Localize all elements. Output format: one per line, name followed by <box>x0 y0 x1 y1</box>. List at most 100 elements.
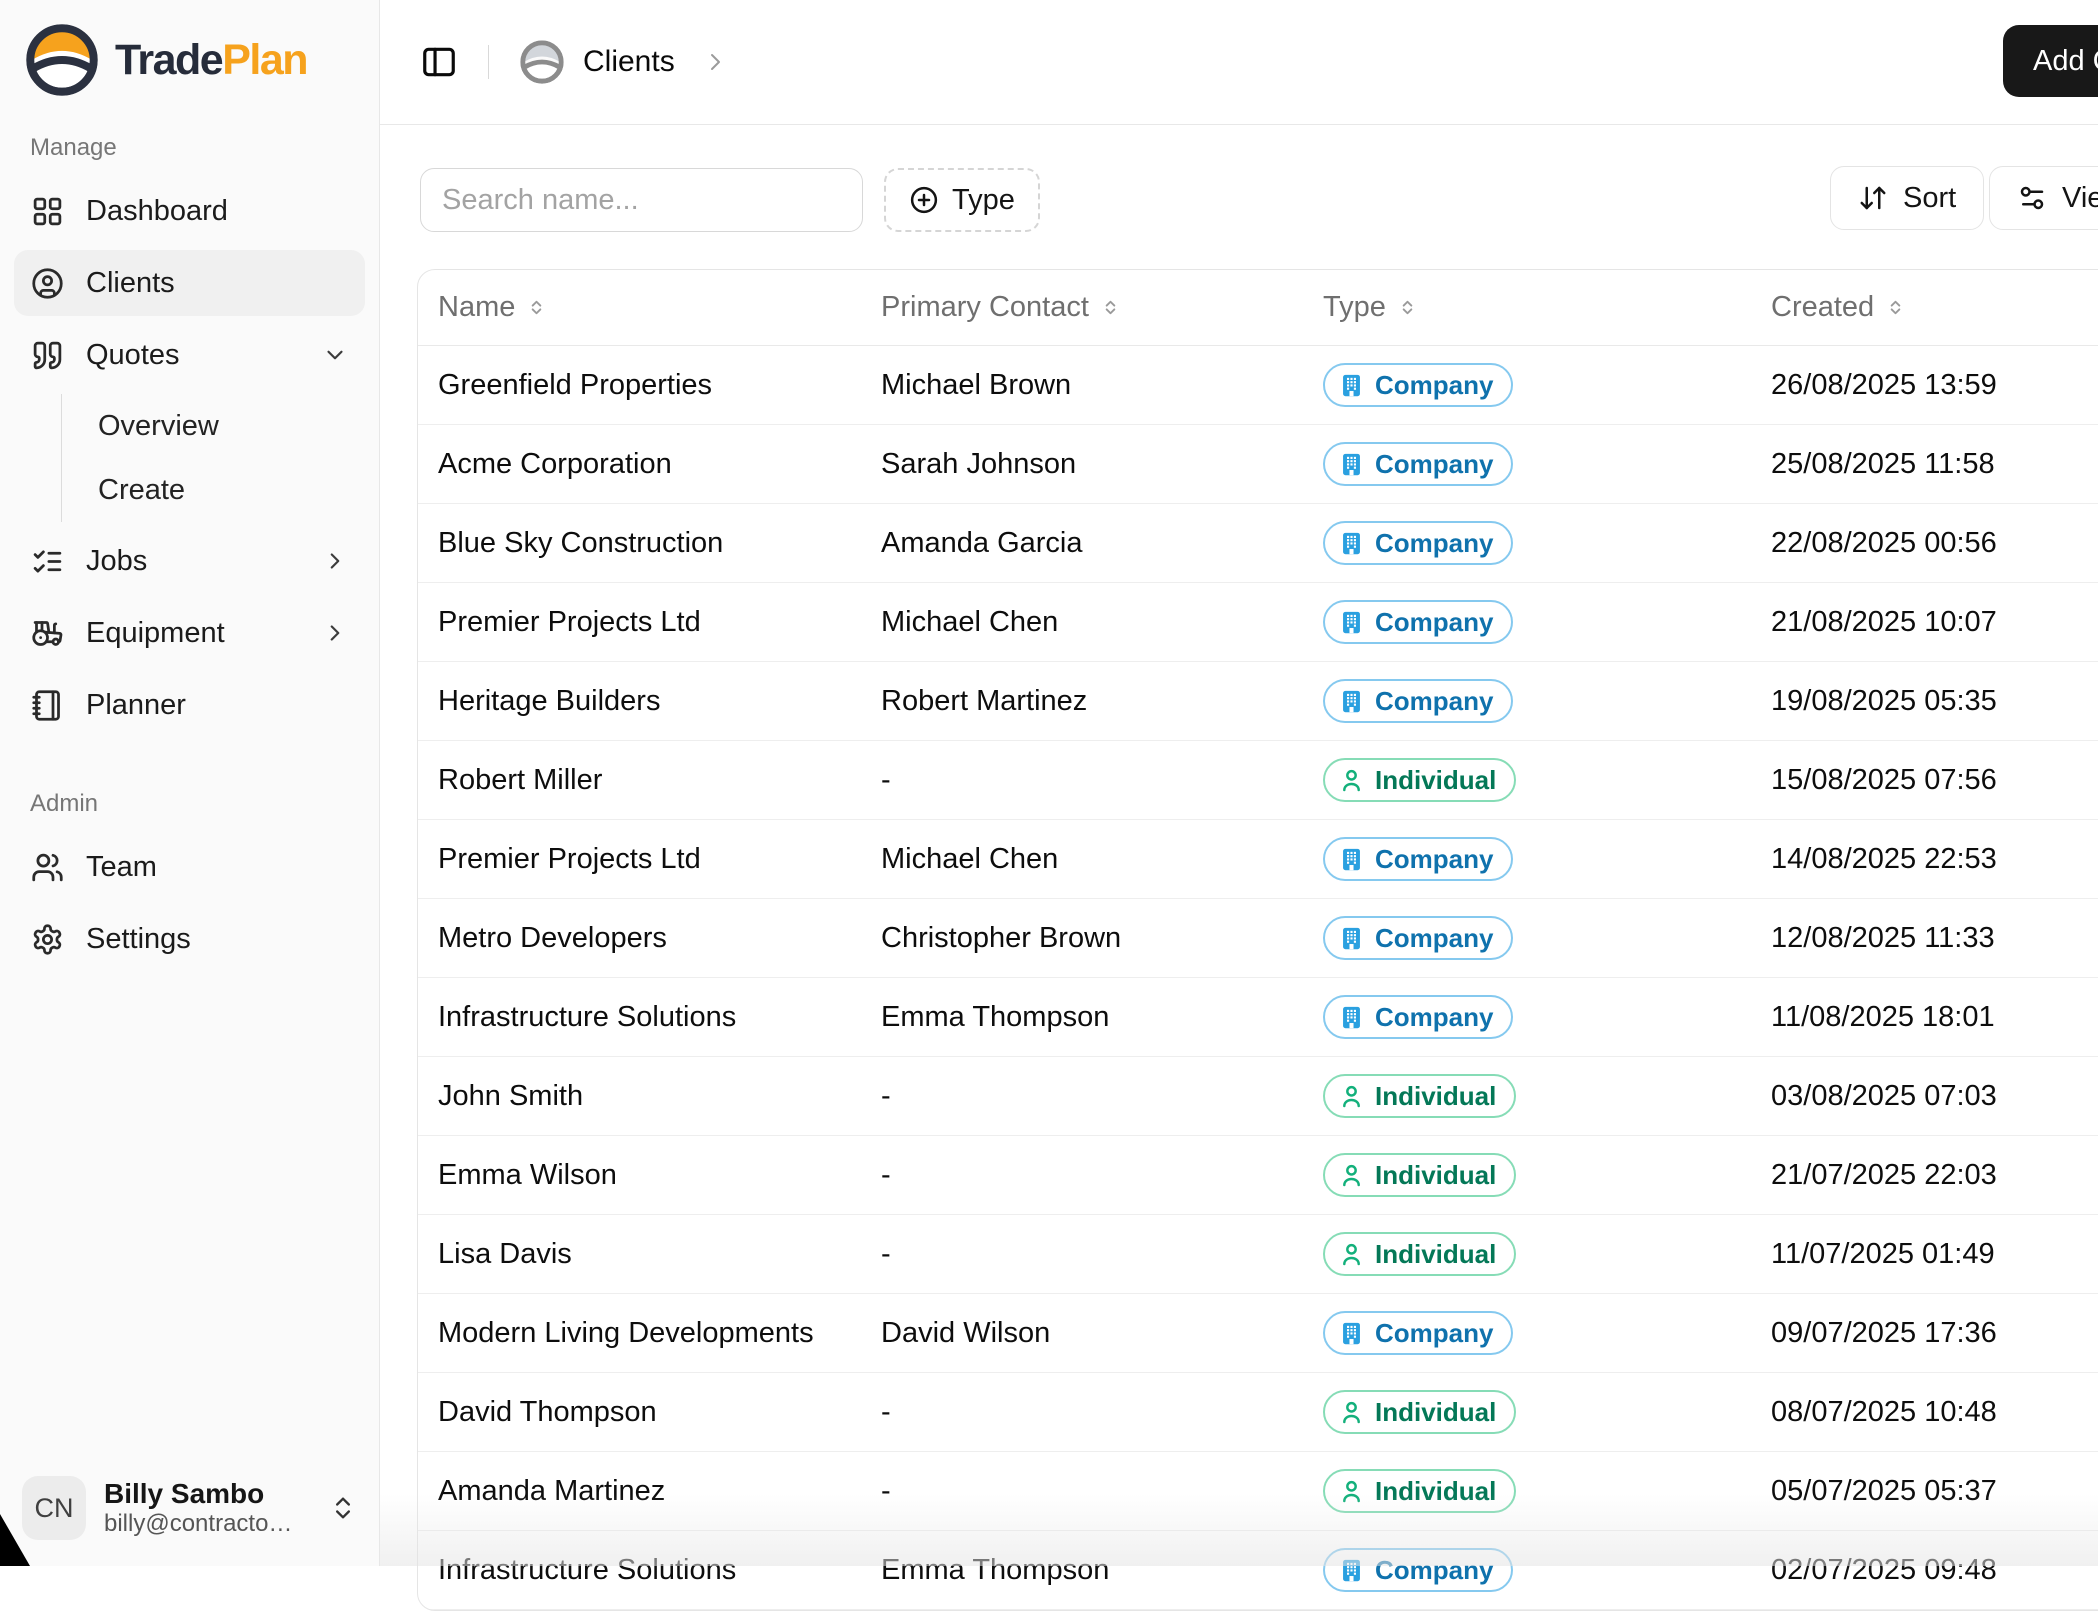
cell-name: Lisa Davis <box>438 1237 572 1270</box>
cell-name: Acme Corporation <box>438 447 672 480</box>
sidebar-item-label: Dashboard <box>86 194 228 227</box>
person-icon <box>1343 1480 1360 1502</box>
cell-created: 14/08/2025 22:53 <box>1771 842 1997 875</box>
type-badge-individual: Individual <box>1323 1232 1517 1276</box>
building-icon <box>1343 611 1360 633</box>
section-label-manage: Manage <box>30 134 117 161</box>
sidebar-item-label: Team <box>86 850 157 883</box>
cell-type: Company <box>1303 521 1751 565</box>
notebook-icon <box>32 689 60 721</box>
table-row[interactable]: Emma Wilson - Individual 21/07/2025 22:0… <box>418 1136 2098 1215</box>
sidebar-subitem-overview[interactable]: Overview <box>62 394 365 458</box>
table-row[interactable]: John Smith - Individual 03/08/2025 07:03 <box>418 1057 2098 1136</box>
sidebar-item-clients[interactable]: Clients <box>14 250 365 316</box>
table-row[interactable]: Infrastructure Solutions Emma Thompson C… <box>418 978 2098 1057</box>
cell-type: Company <box>1303 363 1751 407</box>
sidebar-item-equipment[interactable]: Equipment <box>14 600 365 666</box>
table-row[interactable]: Amanda Martinez - Individual 05/07/2025 … <box>418 1452 2098 1531</box>
table-body: Greenfield Properties Michael Brown Comp… <box>418 346 2098 1610</box>
cell-primary-contact: - <box>881 763 891 796</box>
sidebar-item-label: Settings <box>86 922 191 955</box>
avatar: CN <box>22 1476 86 1540</box>
user-circle-icon <box>32 267 63 299</box>
sidebar-item-dashboard[interactable]: Dashboard <box>14 178 365 244</box>
add-client-button[interactable]: Add Client <box>2003 25 2098 97</box>
type-badge-company: Company <box>1323 442 1514 486</box>
cell-type: Company <box>1303 442 1751 486</box>
cell-name: Greenfield Properties <box>438 368 713 401</box>
view-button[interactable]: View <box>1989 166 2098 230</box>
type-badge-company: Company <box>1323 995 1514 1039</box>
user-menu[interactable]: CN Billy Sambo billy@contracto… <box>0 1458 379 1566</box>
table-row[interactable]: Acme Corporation Sarah Johnson Company 2… <box>418 425 2098 504</box>
gear-icon <box>33 923 62 955</box>
arrow-down-up-icon <box>1860 186 1886 210</box>
chevrons-up-down-icon <box>532 300 542 315</box>
sort-button[interactable]: Sort <box>1830 166 1985 230</box>
cell-name: John Smith <box>438 1079 584 1112</box>
cell-primary-contact: Amanda Garcia <box>881 526 1083 559</box>
cell-primary-contact: - <box>881 1079 891 1112</box>
sidebar-item-jobs[interactable]: Jobs <box>14 528 365 594</box>
person-icon <box>1343 1243 1360 1265</box>
hard-hat-logo-icon <box>24 22 100 98</box>
section-label-admin: Admin <box>30 790 99 817</box>
column-header-name[interactable]: Name <box>418 291 861 324</box>
type-badge-company: Company <box>1323 363 1514 407</box>
column-header-created[interactable]: Created <box>1751 291 2098 324</box>
table-row[interactable]: Infrastructure Solutions Emma Thompson C… <box>418 1531 2098 1610</box>
column-header-primary-contact[interactable]: Primary Contact <box>861 291 1303 324</box>
table-row[interactable]: David Thompson - Individual 08/07/2025 1… <box>418 1373 2098 1452</box>
breadcrumb[interactable]: Clients <box>583 45 675 79</box>
cell-primary-contact: Michael Chen <box>881 605 1059 638</box>
sidebar-subitem-create[interactable]: Create <box>62 458 365 522</box>
tractor-icon <box>32 620 63 646</box>
cell-created: 12/08/2025 11:33 <box>1771 921 1995 954</box>
table-row[interactable]: Robert Miller - Individual 15/08/2025 07… <box>418 741 2098 820</box>
cell-type: Individual <box>1303 1232 1751 1276</box>
cell-primary-contact: Emma Thompson <box>881 1000 1110 1033</box>
building-icon <box>1343 927 1360 949</box>
chevrons-up-down-icon <box>1402 300 1413 315</box>
table-row[interactable]: Greenfield Properties Michael Brown Comp… <box>418 346 2098 425</box>
sidebar-toggle-icon[interactable] <box>420 43 458 81</box>
type-filter-button[interactable]: Type <box>884 168 1040 232</box>
cell-created: 05/07/2025 05:37 <box>1771 1474 1997 1507</box>
table-row[interactable]: Modern Living Developments David Wilson … <box>418 1294 2098 1373</box>
building-icon <box>1343 848 1360 870</box>
table-row[interactable]: Premier Projects Ltd Michael Chen Compan… <box>418 583 2098 662</box>
building-icon <box>1343 1322 1360 1344</box>
table-row[interactable]: Premier Projects Ltd Michael Chen Compan… <box>418 820 2098 899</box>
table-header-row: Name Primary Contact Type Created <box>418 270 2098 346</box>
cell-primary-contact: Robert Martinez <box>881 684 1088 717</box>
person-icon <box>1343 1401 1360 1423</box>
column-header-type[interactable]: Type <box>1303 291 1751 324</box>
type-badge-individual: Individual <box>1323 1153 1517 1197</box>
app-title: TradePlan <box>115 35 309 84</box>
search-input[interactable] <box>420 168 863 232</box>
sidebar-nav: Manage Dashboard Clients Quotes Overview… <box>0 118 379 978</box>
cell-name: Premier Projects Ltd <box>438 605 701 638</box>
cell-type: Company <box>1303 1548 1751 1592</box>
building-icon <box>1343 690 1360 712</box>
sidebar-item-settings[interactable]: Settings <box>14 906 365 972</box>
type-badge-company: Company <box>1323 1311 1514 1355</box>
cell-type: Individual <box>1303 1469 1751 1513</box>
table-row[interactable]: Heritage Builders Robert Martinez Compan… <box>418 662 2098 741</box>
user-name: Billy Sambo <box>104 1477 265 1509</box>
sidebar-item-quotes[interactable]: Quotes <box>14 322 365 388</box>
chevron-right-icon <box>330 553 340 569</box>
cell-type: Company <box>1303 916 1751 960</box>
table-row[interactable]: Blue Sky Construction Amanda Garcia Comp… <box>418 504 2098 583</box>
cell-name: Infrastructure Solutions <box>438 1000 737 1033</box>
person-icon <box>1343 769 1360 791</box>
table-row[interactable]: Metro Developers Christopher Brown Compa… <box>418 899 2098 978</box>
cell-created: 21/07/2025 22:03 <box>1771 1158 1997 1191</box>
sidebar-item-team[interactable]: Team <box>14 834 365 900</box>
table-row[interactable]: Lisa Davis - Individual 11/07/2025 01:49 <box>418 1215 2098 1294</box>
cell-type: Company <box>1303 1311 1751 1355</box>
plus-circle-icon <box>910 186 938 214</box>
sidebar-item-planner[interactable]: Planner <box>14 672 365 738</box>
type-badge-company: Company <box>1323 600 1514 644</box>
quotes-submenu: Overview Create <box>61 394 365 522</box>
